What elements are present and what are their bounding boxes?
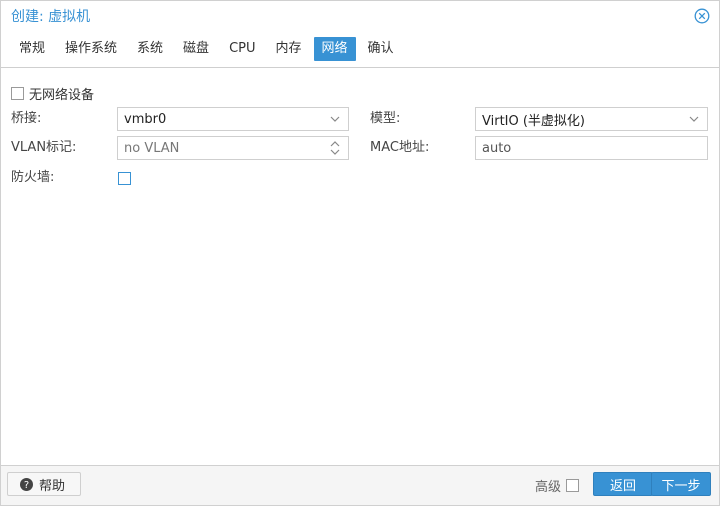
firewall-label: 防火墙:	[11, 170, 55, 185]
tab-general[interactable]: 常规	[11, 37, 53, 61]
advanced-checkbox[interactable]	[566, 479, 579, 492]
no-network-label: 无网络设备	[29, 88, 95, 103]
svg-text:?: ?	[24, 480, 29, 491]
help-button[interactable]: ? 帮助	[7, 472, 81, 496]
firewall-checkbox[interactable]	[118, 172, 131, 185]
no-network-checkbox[interactable]	[11, 87, 24, 100]
vlan-label: VLAN标记:	[11, 140, 77, 155]
chevron-down-icon[interactable]	[687, 116, 701, 122]
back-button[interactable]: 返回	[593, 472, 653, 496]
chevron-down-icon[interactable]	[328, 116, 342, 122]
vlan-value: no VLAN	[124, 140, 180, 156]
mac-label: MAC地址:	[370, 140, 430, 155]
bridge-label: 桥接:	[11, 111, 42, 126]
advanced-option[interactable]: 高级	[535, 476, 579, 495]
dialog-titlebar: 创建: 虚拟机	[1, 1, 719, 31]
bridge-value: vmbr0	[124, 111, 167, 127]
tab-memory[interactable]: 内存	[268, 37, 310, 61]
model-value: VirtIO (半虚拟化)	[482, 113, 586, 129]
model-label: 模型:	[370, 111, 401, 126]
tab-system[interactable]: 系统	[129, 37, 171, 61]
mac-address-input[interactable]: auto	[475, 136, 708, 160]
tab-disks[interactable]: 磁盘	[175, 37, 217, 61]
next-button[interactable]: 下一步	[651, 472, 711, 496]
dialog-title: 创建: 虚拟机	[11, 9, 91, 25]
tab-os[interactable]: 操作系统	[57, 37, 125, 61]
bridge-select[interactable]: vmbr0	[117, 107, 349, 131]
close-icon[interactable]	[693, 7, 711, 25]
dialog-footer: ? 帮助 高级 返回 下一步	[1, 465, 719, 505]
create-vm-dialog: 创建: 虚拟机 常规 操作系统 系统 磁盘 CPU 内存 网络 确认 无网络设备…	[0, 0, 720, 506]
vlan-spinner[interactable]: no VLAN	[117, 136, 349, 160]
mac-value: auto	[482, 140, 512, 156]
advanced-label: 高级	[534, 480, 561, 495]
wizard-tabs: 常规 操作系统 系统 磁盘 CPU 内存 网络 确认	[11, 37, 402, 61]
tab-cpu[interactable]: CPU	[221, 37, 263, 61]
help-label: 帮助	[39, 478, 66, 494]
model-select[interactable]: VirtIO (半虚拟化)	[475, 107, 708, 131]
tab-network[interactable]: 网络	[313, 37, 356, 61]
no-network-device-option[interactable]: 无网络设备	[11, 84, 94, 103]
spinner-arrows-icon[interactable]	[328, 141, 342, 155]
network-panel: 无网络设备 桥接: vmbr0 VLAN标记: no VLAN 防火墙: 模型:	[1, 67, 719, 467]
tab-confirm[interactable]: 确认	[360, 37, 402, 61]
question-circle-icon: ?	[20, 477, 33, 491]
